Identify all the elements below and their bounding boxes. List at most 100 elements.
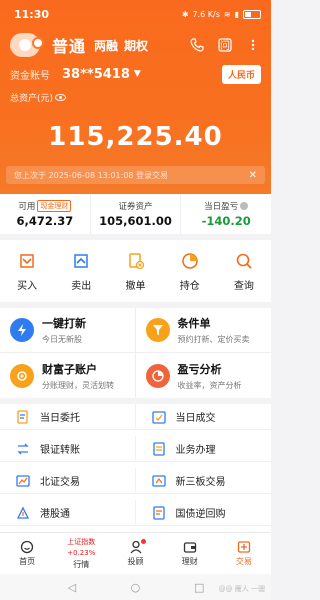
- ipo-subscribe-sub: 今日无新股: [42, 335, 82, 344]
- home-button-icon[interactable]: ○: [129, 581, 141, 594]
- buy-icon: [17, 251, 37, 271]
- sell-icon: [71, 251, 91, 271]
- pnl-analysis-card[interactable]: 盈亏分析 收益率，资产分析: [136, 353, 272, 398]
- feature-grid: 一键打新 今日无新股 条件单 预约打新、定价买卖 财富子账户 分账理财，灵活划转…: [0, 308, 271, 398]
- help-icon[interactable]: 问: [217, 37, 233, 53]
- chevron-down-icon[interactable]: ▼: [134, 69, 141, 79]
- hk-connect-icon: [16, 506, 30, 520]
- available-funds[interactable]: 可用 现金理财 6,472.37: [0, 194, 91, 234]
- repo-icon: [152, 505, 166, 520]
- status-time: 11:30: [14, 7, 50, 21]
- account-mode-margin[interactable]: 两融: [94, 37, 118, 54]
- nav-wealth[interactable]: 理财: [163, 533, 217, 574]
- menu-reverse-repo[interactable]: 国债逆回购: [135, 500, 271, 526]
- bluetooth-icon: ✱: [181, 9, 189, 19]
- transfer-icon: [16, 442, 30, 456]
- sell-label: 卖出: [71, 280, 92, 292]
- bse-icon: [16, 474, 30, 488]
- account-header: 11:30 ✱ 7.6 K/s ≋ ▮ 普通 两融 期权 问 资金账号 38**…: [0, 0, 271, 194]
- query-icon: [234, 251, 254, 271]
- menu-bank-transfer[interactable]: 银证转账: [0, 436, 136, 462]
- back-icon[interactable]: ◁: [66, 581, 78, 594]
- asset-label-row: 总资产(元): [0, 86, 271, 108]
- nav-trade[interactable]: 交易: [217, 533, 271, 574]
- wealth-subaccount-title: 财富子账户: [42, 362, 97, 376]
- index-name: 上证指数: [67, 538, 96, 546]
- coin-icon: [10, 363, 34, 388]
- nav-home[interactable]: 首页: [0, 533, 54, 574]
- cancel-order-button[interactable]: 撤单: [108, 240, 162, 302]
- header-icons: 问: [189, 37, 261, 53]
- conditional-order-sub: 预约打新、定价买卖: [177, 335, 250, 344]
- buy-button[interactable]: 买入: [0, 240, 54, 302]
- total-assets-value: 115,225.40: [48, 122, 223, 152]
- account-type-tab[interactable]: 普通: [52, 33, 86, 57]
- quick-actions: 买入 卖出 撤单 持仓 查询: [0, 240, 271, 302]
- svg-text:问: 问: [220, 39, 230, 52]
- trade-menu: 当日委托 当日成交 银证转账 业务办理 北证交易 新三板交易 港股通 国债逆回购: [0, 404, 271, 532]
- nav-advisor[interactable]: 投顾: [108, 533, 162, 574]
- cash-wealth-tag[interactable]: 现金理财: [37, 200, 72, 212]
- daily-pnl-label: 当日盈亏: [204, 202, 239, 212]
- info-icon[interactable]: [240, 202, 249, 210]
- position-button[interactable]: 持仓: [163, 240, 217, 302]
- securities-label: 证券资产: [118, 202, 153, 212]
- entrust-icon: [16, 409, 30, 424]
- securities-assets[interactable]: 证券资产 105,601.00: [91, 194, 182, 234]
- sell-button[interactable]: 卖出: [54, 240, 108, 302]
- fund-account-label: 资金账号: [10, 70, 50, 82]
- index-change: +0.23%: [67, 549, 96, 557]
- cancel-order-label: 撤单: [125, 280, 146, 292]
- conditional-order-card[interactable]: 条件单 预约打新、定价买卖: [135, 308, 271, 353]
- daily-pnl[interactable]: 当日盈亏 -140.20: [181, 194, 271, 234]
- available-value: 6,472.37: [16, 214, 74, 228]
- phone-icon[interactable]: [189, 37, 205, 53]
- conditional-order-title: 条件单: [177, 317, 211, 330]
- buy-label: 买入: [17, 280, 38, 292]
- user-icon: [19, 39, 31, 51]
- fund-account-row: 资金账号 38**5418 ▼ 人民币: [0, 62, 271, 86]
- trade-icon: [237, 540, 251, 554]
- account-row: 普通 两融 期权 问: [0, 28, 271, 62]
- more-icon[interactable]: [245, 37, 261, 53]
- account-mode-options[interactable]: 期权: [124, 37, 148, 54]
- network-speed: 7.6 K/s: [192, 9, 220, 19]
- daily-pnl-value: -140.20: [201, 214, 251, 228]
- battery-icon: [243, 9, 261, 19]
- menu-business[interactable]: 业务办理: [135, 436, 271, 462]
- cancel-order-icon: [126, 251, 146, 271]
- funnel-icon: [145, 318, 170, 342]
- total-asset-label: 总资产(元): [10, 93, 54, 104]
- query-label: 查询: [233, 280, 254, 292]
- menu-today-deal[interactable]: 当日成交: [135, 404, 271, 430]
- ipo-subscribe-card[interactable]: 一键打新 今日无新股: [0, 308, 136, 353]
- close-icon[interactable]: ✕: [249, 170, 257, 181]
- wealth-subaccount-card[interactable]: 财富子账户 分账理财，灵活划转: [0, 353, 136, 398]
- signal-icon: ▮: [234, 9, 239, 19]
- available-label: 可用: [18, 202, 36, 212]
- query-button[interactable]: 查询: [217, 240, 271, 302]
- wealth-subaccount-sub: 分账理财，灵活划转: [42, 380, 114, 390]
- recents-icon[interactable]: □: [193, 581, 205, 594]
- home-icon: [20, 540, 34, 554]
- watermark: @@ 雁人 一骢: [218, 585, 265, 593]
- notification-dot: [141, 539, 147, 544]
- menu-bse-trade[interactable]: 北证交易: [0, 468, 136, 494]
- bottom-nav: 首页 上证指数 +0.23% 行情 投顾 理财 交易: [0, 532, 271, 574]
- wifi-icon: ≋: [223, 9, 231, 19]
- position-label: 持仓: [179, 280, 200, 292]
- status-icons: ✱ 7.6 K/s ≋ ▮: [181, 9, 261, 19]
- securities-value: 105,601.00: [99, 214, 172, 228]
- lightning-icon: [10, 318, 34, 342]
- eye-icon[interactable]: [55, 93, 67, 101]
- fund-account-number[interactable]: 38**5418: [62, 67, 130, 82]
- deal-icon: [151, 410, 166, 424]
- menu-hk-connect[interactable]: 港股通: [0, 500, 136, 526]
- nav-quotes[interactable]: 上证指数 +0.23% 行情: [54, 533, 108, 574]
- avatar[interactable]: [10, 33, 44, 57]
- menu-neeq-trade[interactable]: 新三板交易: [135, 468, 271, 494]
- last-login-bar: 您上次于 2025-06-08 13:01:08 登录交易 ✕: [6, 166, 265, 184]
- menu-today-entrust[interactable]: 当日委托: [0, 404, 136, 430]
- pnl-analysis-sub: 收益率，资产分析: [177, 380, 242, 390]
- currency-badge[interactable]: 人民币: [221, 64, 261, 84]
